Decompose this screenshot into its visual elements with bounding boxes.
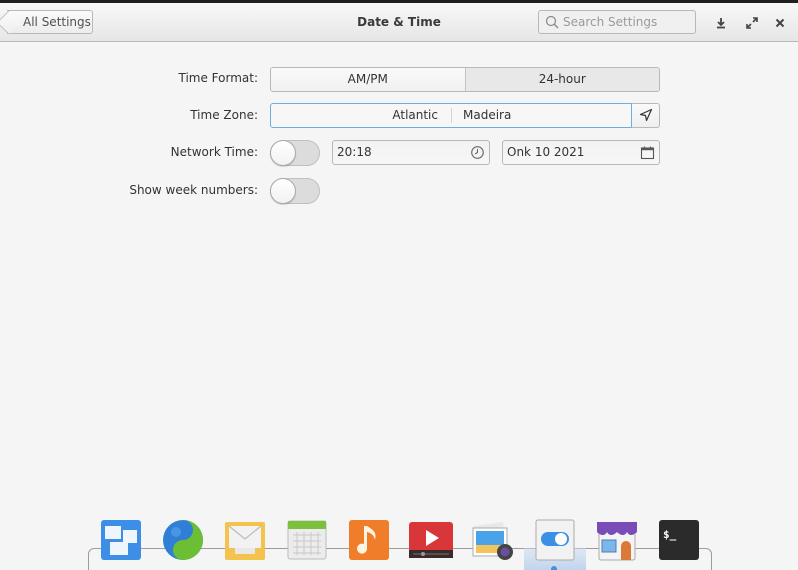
location-arrow-icon <box>639 108 653 122</box>
back-button-label: All Settings <box>23 15 91 29</box>
date-value: Onk 10 2021 <box>507 145 585 159</box>
terminal-icon: $_ <box>659 520 699 560</box>
time-format-ampm-option[interactable]: AM/PM <box>271 68 466 91</box>
clock-icon <box>471 146 484 159</box>
time-zone-label: Time Zone: <box>190 108 258 122</box>
dock-item-music[interactable] <box>347 518 391 562</box>
time-entry[interactable]: 20:18 <box>332 140 490 165</box>
dock-item-mail[interactable] <box>223 518 267 562</box>
download-icon[interactable] <box>714 16 728 30</box>
music-icon <box>349 520 389 560</box>
time-zone-continent[interactable]: Atlantic <box>392 104 450 127</box>
search-field[interactable] <box>538 10 696 34</box>
maximize-icon[interactable] <box>745 16 759 30</box>
network-time-toggle[interactable] <box>270 140 320 166</box>
time-format-24hour-option[interactable]: 24-hour <box>465 68 659 91</box>
auto-locate-button[interactable] <box>631 103 660 128</box>
dock-item-calendar[interactable] <box>285 518 329 562</box>
svg-text:$_: $_ <box>663 528 677 541</box>
close-icon[interactable] <box>773 16 787 30</box>
toggle-knob <box>270 178 296 204</box>
search-icon <box>545 15 559 29</box>
browser-icon <box>163 520 203 560</box>
videos-icon <box>409 522 453 558</box>
time-zone-separator <box>451 108 452 123</box>
dock-item-appcenter[interactable] <box>595 518 639 562</box>
date-entry[interactable]: Onk 10 2021 <box>502 140 660 165</box>
time-format-label: Time Format: <box>178 71 258 85</box>
time-zone-picker[interactable]: Atlantic Madeira <box>270 103 632 128</box>
toggle-knob <box>270 140 296 166</box>
calendar-icon <box>640 146 655 160</box>
dock-item-web-browser[interactable] <box>161 518 205 562</box>
search-input[interactable] <box>563 13 691 31</box>
week-numbers-toggle[interactable] <box>270 178 320 204</box>
calendar-app-icon <box>287 520 327 560</box>
network-time-label: Network Time: <box>170 145 258 159</box>
active-app-indicator <box>551 566 557 570</box>
multitasking-icon <box>101 520 141 560</box>
time-format-switcher: AM/PM 24-hour <box>270 67 660 92</box>
dock-item-terminal[interactable]: $_ <box>657 518 701 562</box>
mail-icon <box>225 522 265 560</box>
appcenter-icon <box>597 522 637 561</box>
all-settings-back-button[interactable]: All Settings <box>7 10 93 34</box>
header-bar: All Settings <box>0 3 798 42</box>
dock-item-photos[interactable] <box>471 518 515 562</box>
dock-item-videos[interactable] <box>409 518 453 562</box>
dock-item-system-settings[interactable] <box>533 518 577 562</box>
photos-icon <box>472 522 513 560</box>
week-numbers-label: Show week numbers: <box>129 183 258 197</box>
time-zone-city[interactable]: Madeira <box>463 104 511 127</box>
dock-item-multitasking[interactable] <box>99 518 143 562</box>
time-value: 20:18 <box>337 145 372 159</box>
settings-icon <box>535 519 575 561</box>
